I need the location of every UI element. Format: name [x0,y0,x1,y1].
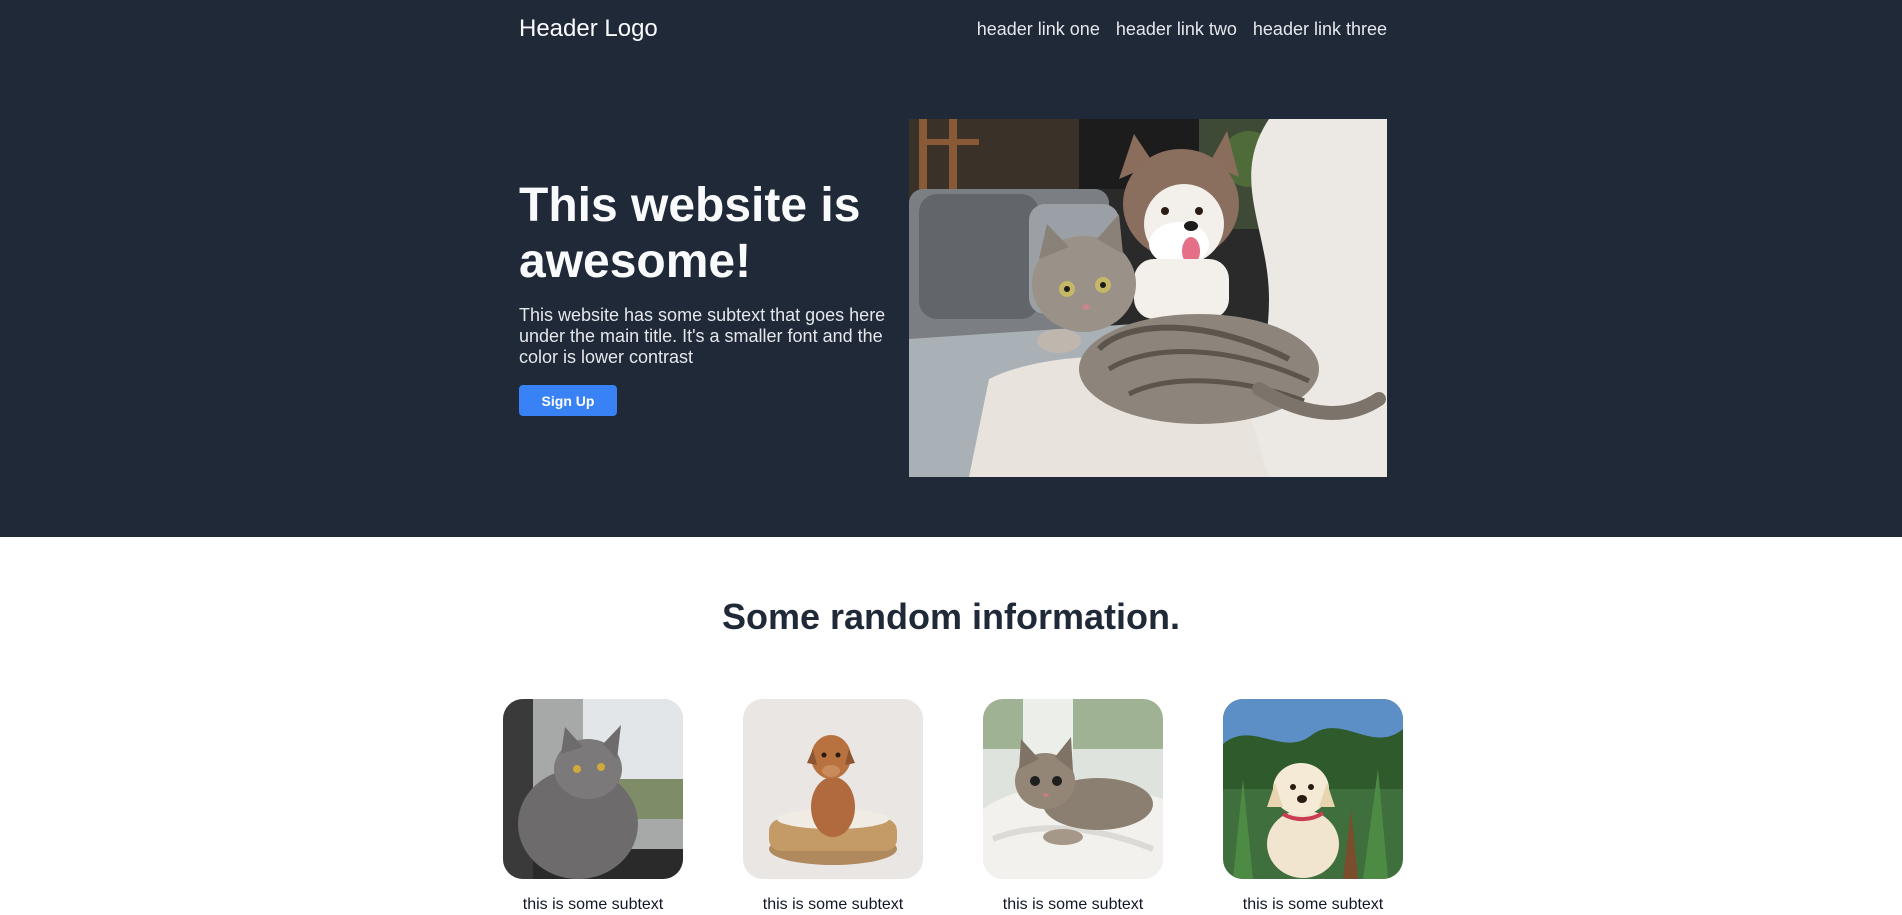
info-card: this is some subtext [743,699,923,915]
card-image-gray-cat [503,699,683,879]
header-link-two[interactable]: header link two [1116,16,1237,42]
sign-up-button[interactable]: Sign Up [519,385,617,416]
header-link-three[interactable]: header link three [1253,16,1387,42]
hero-title: This website is awesome! [519,179,861,288]
header-logo[interactable]: Header Logo [519,12,658,46]
hero-subtext: This website has some subtext that goes … [519,305,886,367]
hero-section: Header Logo header link one header link … [0,0,1902,537]
info-card: this is some subtext [1223,699,1403,915]
card-subtext: this is some subtext [1242,896,1384,913]
card-subtext: this is some subtext [522,896,664,913]
hero-image-dog-and-cat [909,119,1387,477]
header-nav: header link one header link two header l… [977,16,1387,42]
info-card: this is some subtext [503,699,683,915]
card-image-puppy-in-field [1223,699,1403,879]
info-card: this is some subtext [983,699,1163,915]
card-subtext: this is some subtext [1002,896,1144,913]
card-image-puppy-in-bed [743,699,923,879]
info-section-title: Some random information. [721,596,1181,637]
header-link-one[interactable]: header link one [977,16,1100,42]
card-image-kitten-on-blanket [983,699,1163,879]
card-subtext: this is some subtext [762,896,904,913]
